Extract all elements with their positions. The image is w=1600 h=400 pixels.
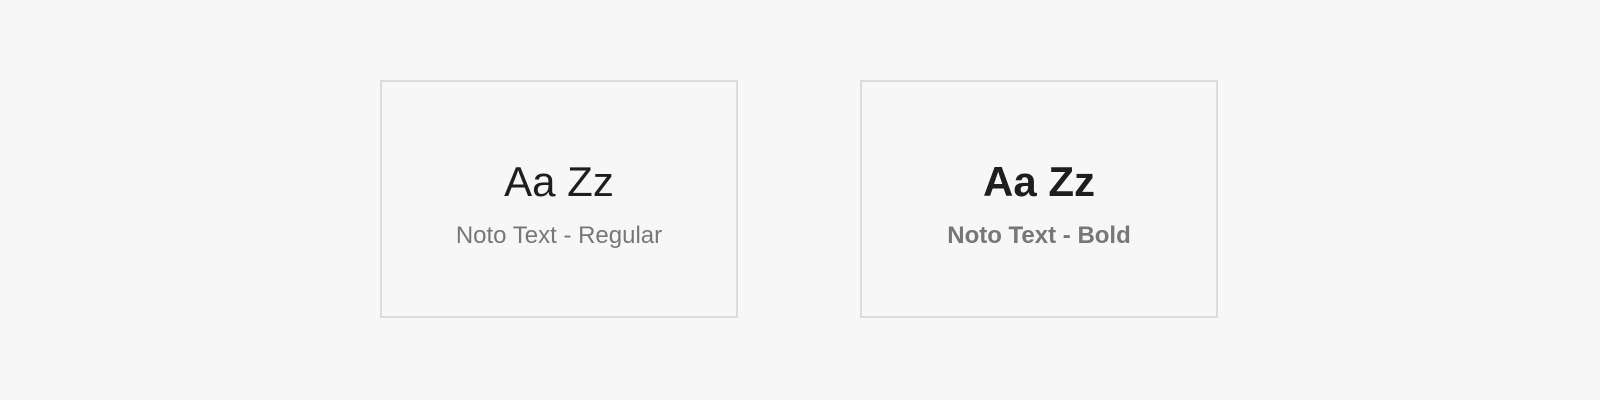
font-card-regular[interactable]: Aa Zz Noto Text - Regular (380, 80, 738, 318)
font-label-regular: Noto Text - Regular (455, 222, 663, 249)
font-sample-bold: Aa Zz (982, 158, 1095, 205)
font-label-bold: Noto Text - Bold (947, 222, 1131, 249)
font-sample-regular: Aa Zz (504, 158, 614, 205)
font-card-bold[interactable]: Aa Zz Noto Text - Bold (860, 80, 1218, 318)
